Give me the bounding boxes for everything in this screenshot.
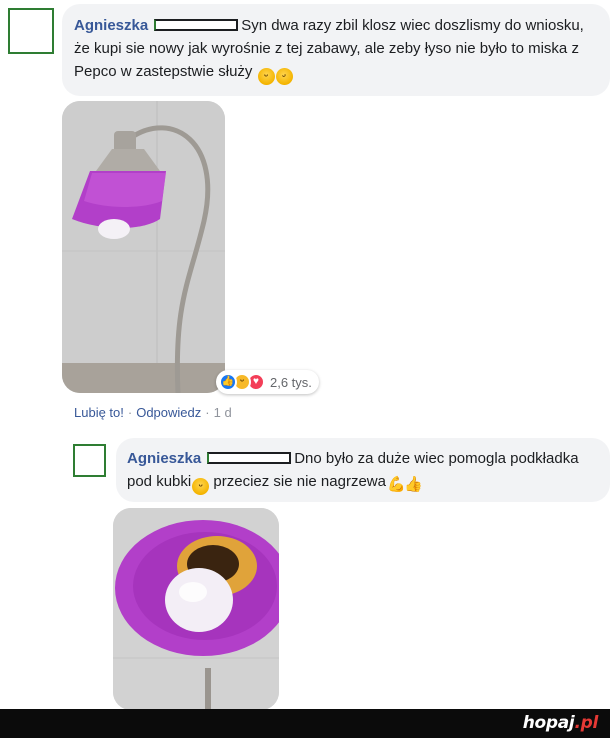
reply-author[interactable]: Agnieszka (127, 450, 201, 467)
flexed-biceps-emoji-icon: 💪 (386, 476, 406, 493)
laughing-emoji-icon: ᵕ (192, 478, 210, 495)
rofl-emoji-icon: ᵕ (272, 65, 296, 88)
reactions-summary[interactable]: 👍 ᵕ ♥ 2,6 tys. (216, 370, 319, 394)
lamp-illustration (62, 101, 225, 393)
logo-text: hopaj (522, 713, 575, 733)
like-link[interactable]: Lubię to! (74, 405, 124, 420)
like-reaction-icon: 👍 (219, 373, 237, 391)
reply-avatar[interactable] (73, 444, 106, 477)
censored-name-bar (154, 19, 239, 31)
reply-photo-shade[interactable] (113, 508, 279, 710)
thumbs-up-emoji-icon: 👍 (403, 476, 423, 493)
reply-link[interactable]: Odpowiedz (136, 405, 201, 420)
comment-actions: Lubię to! · Odpowiedz · 1 d (74, 405, 232, 420)
separator: · (205, 405, 210, 420)
shade-illustration (113, 508, 279, 710)
site-logo: hopaj.pl (522, 713, 599, 733)
comment-text: Syn dwa razy zbil klosz wiec doszlismy d… (74, 17, 584, 80)
avatar[interactable] (8, 8, 54, 54)
reply-bubble: Agnieszka Dno było za duże wiec pomogla p… (116, 438, 610, 502)
reply-text-part2: przeciez sie nie nagrzewa (209, 473, 386, 490)
logo-tld: .pl (574, 713, 598, 733)
comment-photo-lamp[interactable] (62, 101, 225, 393)
censored-name-bar (207, 452, 292, 464)
reaction-count: 2,6 tys. (270, 374, 312, 390)
comment-bubble: Agnieszka Syn dwa razy zbil klosz wiec do… (62, 4, 610, 96)
laughing-emoji-icon: ᵕ (257, 68, 275, 85)
separator: · (127, 405, 133, 420)
watermark-footer: hopaj.pl (0, 709, 610, 738)
comment-author[interactable]: Agnieszka (74, 17, 148, 34)
comment-timestamp[interactable]: 1 d (214, 405, 232, 420)
